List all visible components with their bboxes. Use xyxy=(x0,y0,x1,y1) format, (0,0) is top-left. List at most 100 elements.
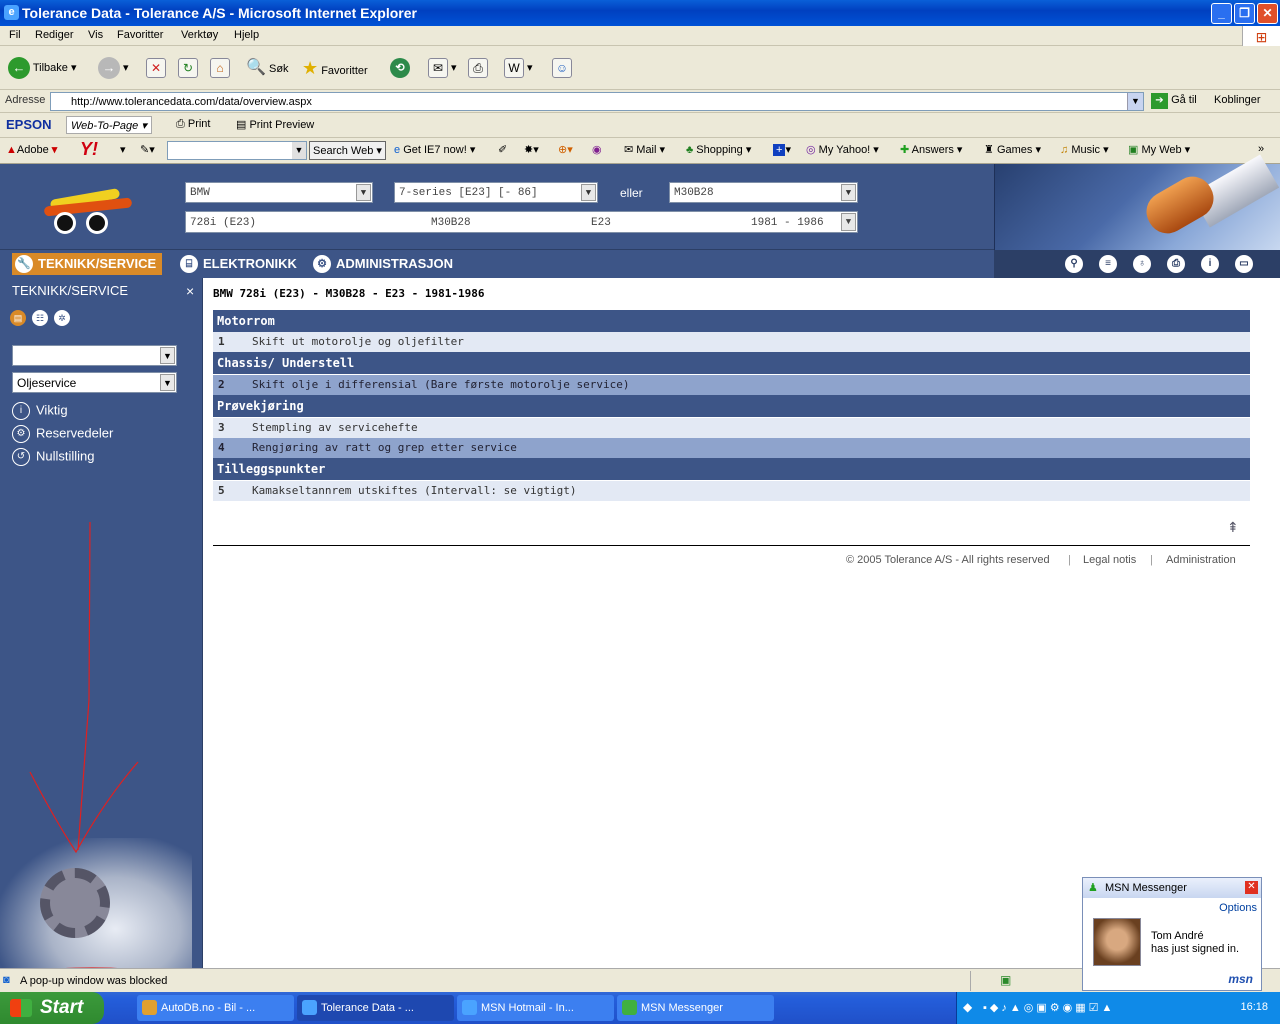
service-book-icon[interactable]: ▤ xyxy=(10,310,26,326)
category-select[interactable]: ▼ xyxy=(12,345,177,366)
task-label: MSN Messenger xyxy=(641,1002,723,1014)
search-icon: 🔍 xyxy=(246,59,266,76)
msn-close-icon[interactable]: ✕ xyxy=(1245,881,1258,894)
edit-button[interactable]: W ▾ xyxy=(504,56,533,80)
variant-value: 728i (E23) xyxy=(190,217,257,229)
links-button[interactable]: Koblinger xyxy=(1214,94,1260,106)
address-input[interactable]: http://www.tolerancedata.com/data/overvi… xyxy=(50,92,1144,111)
task-row[interactable]: 1 Skift ut motorolje og oljefilter xyxy=(213,332,1250,352)
answers-button[interactable]: ✚ Answers ▾ xyxy=(900,143,962,156)
yahoo-search-input[interactable]: ▼ xyxy=(167,141,307,160)
print-button[interactable]: ⎙ xyxy=(468,56,488,80)
popup-blocked-message[interactable]: A pop-up window was blocked xyxy=(20,975,167,987)
window-icon[interactable]: ▭ xyxy=(1235,255,1253,273)
games-button[interactable]: ♜ Games ▾ xyxy=(984,143,1041,156)
yahoo-dropdown-icon[interactable]: ▾ xyxy=(120,143,126,156)
minimize-button[interactable]: _ xyxy=(1211,3,1232,24)
vehicle-select[interactable]: 728i (E23) M30B28 E23 1981 - 1986 ▼ xyxy=(185,211,858,233)
tab-teknikk-service[interactable]: 🔧 TEKNIKK/SERVICE xyxy=(12,253,163,275)
add-button[interactable]: + ▾ xyxy=(773,143,791,156)
wheel-icon[interactable]: ✲ xyxy=(54,310,70,326)
start-button[interactable]: Start xyxy=(0,992,104,1024)
tray-icons[interactable]: ▪◆♪▲◎▣⚙◉▦☑▲ xyxy=(983,1001,1115,1014)
popup-blocker-icon[interactable]: ✸▾ xyxy=(524,143,539,156)
go-button[interactable]: ➔ Gå til xyxy=(1151,93,1197,109)
legal-link[interactable]: Legal notis xyxy=(1083,554,1136,566)
model-select[interactable]: 7-series [E23] [- 86] ▼ xyxy=(394,182,598,203)
print-icon[interactable]: ⎙ xyxy=(1167,255,1185,273)
get-ie7-button[interactable]: e Get IE7 now! ▾ xyxy=(394,143,475,156)
tray-arrow-icon[interactable]: ◆ xyxy=(963,1000,972,1014)
or-label: eller xyxy=(620,186,643,200)
search-web-button[interactable]: Search Web ▾ xyxy=(309,141,386,160)
task-row[interactable]: 4 Rengjøring av ratt og grep etter servic… xyxy=(213,438,1250,458)
menu-file[interactable]: Fil xyxy=(9,29,21,41)
sidebar-item-viktig[interactable]: i Viktig xyxy=(12,402,68,420)
tab-administrasjon[interactable]: ⚙ ADMINISTRASJON xyxy=(310,253,459,275)
back-button[interactable]: ← Tilbake ▾ xyxy=(8,56,77,80)
taskbar-item-messenger[interactable]: MSN Messenger xyxy=(617,995,774,1021)
document-icon[interactable]: ≡ xyxy=(1099,255,1117,273)
shopping-button[interactable]: ♣ Shopping ▾ xyxy=(686,143,751,156)
menu-help[interactable]: Hjelp xyxy=(234,29,259,41)
mail-toolbar-button[interactable]: ✉ Mail ▾ xyxy=(624,143,665,156)
mail-button[interactable]: ✉ ▾ xyxy=(428,56,457,80)
taskbar-item-autodb[interactable]: AutoDB.no - Bil - ... xyxy=(137,995,294,1021)
web-to-page-button[interactable]: Web-To-Page ▾ xyxy=(66,116,152,134)
maximize-button[interactable]: ❐ xyxy=(1234,3,1255,24)
forward-button[interactable]: → ▾ xyxy=(98,56,129,80)
search-icon[interactable]: ⚲ xyxy=(1065,255,1083,273)
menu-tools[interactable]: Verktøy xyxy=(181,29,218,41)
yahoo-logo[interactable]: Y! xyxy=(80,139,98,160)
task-row[interactable]: 3 Stempling av servicehefte xyxy=(213,418,1250,438)
tab-elektronikk[interactable]: ⌸ ELEKTRONIKK xyxy=(177,253,303,275)
make-select[interactable]: BMW ▼ xyxy=(185,182,373,203)
refresh-icon: ↻ xyxy=(178,58,198,79)
search-button[interactable]: 🔍 Søk xyxy=(246,56,289,80)
sidebar-item-reservedeler[interactable]: ⚙ Reservedeler xyxy=(12,425,113,443)
task-row[interactable]: 5 Kamakseltannrem utskiftes (Intervall: s… xyxy=(213,481,1250,501)
menu-favorites[interactable]: Favoritter xyxy=(117,29,163,41)
toolbar-overflow-icon[interactable]: » xyxy=(1258,143,1264,155)
reset-icon: ↺ xyxy=(12,448,30,466)
epson-print-button[interactable]: ⎙ Print xyxy=(176,118,210,131)
refresh-button[interactable]: ↻ xyxy=(178,56,198,80)
history-button[interactable]: ⟲ xyxy=(390,56,410,80)
headphones-icon[interactable]: ◉ xyxy=(592,143,602,156)
star-icon: ★ xyxy=(302,58,319,78)
task-text: Skift ut motorolje og oljefilter xyxy=(252,335,464,348)
task-row[interactable]: 2 Skift olje i differensial (Bare første … xyxy=(213,375,1250,395)
menu-view[interactable]: Vis xyxy=(88,29,103,41)
home-button[interactable]: ⌂ xyxy=(210,56,230,80)
sidebar-close-icon[interactable]: × xyxy=(186,283,194,299)
messenger-icon xyxy=(622,1000,637,1015)
book-icon[interactable]: ☷ xyxy=(32,310,48,326)
engine-select[interactable]: M30B28 ▼ xyxy=(669,182,858,203)
search-history-dropdown-icon[interactable]: ▼ xyxy=(292,142,306,159)
administration-link[interactable]: Administration xyxy=(1166,554,1236,566)
home-icon: ⌂ xyxy=(210,58,230,79)
service-select[interactable]: Oljeservice ▼ xyxy=(12,372,177,393)
my-yahoo-button[interactable]: ◎ My Yahoo! ▾ xyxy=(806,143,879,156)
pencil-icon[interactable]: ✎▾ xyxy=(140,143,155,156)
target-icon[interactable]: ⊕▾ xyxy=(558,143,573,156)
stop-button[interactable]: ✕ xyxy=(146,56,166,80)
bulb-icon[interactable]: ♁ xyxy=(1133,255,1151,273)
msn-options-link[interactable]: Options xyxy=(1219,902,1257,914)
print-preview-button[interactable]: ▤ Print Preview xyxy=(236,118,314,131)
adobe-button[interactable]: ▲Adobe ▾ xyxy=(6,143,57,156)
taskbar-item-tolerance[interactable]: Tolerance Data - ... xyxy=(297,995,454,1021)
taskbar-item-hotmail[interactable]: MSN Hotmail - In... xyxy=(457,995,614,1021)
menu-edit[interactable]: Rediger xyxy=(35,29,74,41)
favorites-button[interactable]: ★ Favoritter xyxy=(302,56,368,80)
music-button[interactable]: ♫ Music ▾ xyxy=(1060,143,1109,156)
msn-notification[interactable]: ♟ MSN Messenger ✕ Options Tom André has j… xyxy=(1082,877,1262,991)
sidebar-item-nullstilling[interactable]: ↺ Nullstilling xyxy=(12,448,95,466)
scroll-top-icon[interactable]: ⇞ xyxy=(1227,519,1239,536)
my-web-button[interactable]: ▣ My Web ▾ xyxy=(1128,143,1190,156)
info-icon[interactable]: i xyxy=(1201,255,1219,273)
messenger-button[interactable]: ☺ xyxy=(552,56,572,80)
highlight-icon[interactable]: ✐ xyxy=(498,143,507,156)
address-dropdown-icon[interactable]: ▼ xyxy=(1127,93,1143,110)
close-button[interactable]: ✕ xyxy=(1257,3,1278,24)
